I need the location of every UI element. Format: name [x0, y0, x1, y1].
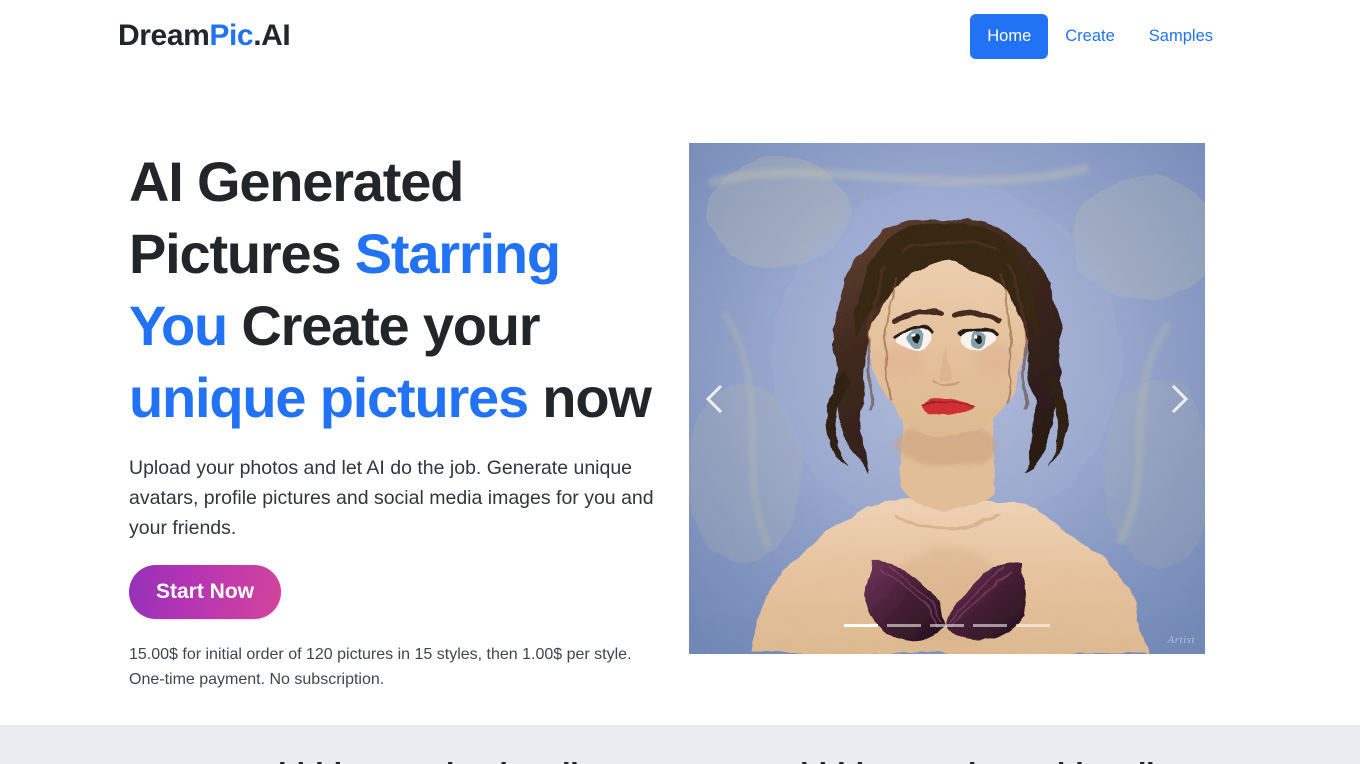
next-section-heading-right: hidden section subheading [800, 755, 1192, 764]
chevron-right-icon [1159, 384, 1189, 413]
carousel-indicator-5[interactable] [1016, 624, 1050, 627]
carousel-prev-button[interactable] [689, 143, 751, 654]
carousel-indicator-1[interactable] [844, 624, 878, 627]
hero-copy: AI Generated Pictures Starring You Creat… [129, 146, 669, 692]
brand-part-dream: Dream [118, 19, 210, 52]
next-section-content: hidden section heading hidden section su… [0, 725, 1360, 764]
nav-item-samples[interactable]: Samples [1132, 14, 1230, 59]
hero-carousel[interactable]: Artist [689, 143, 1205, 654]
pricing-note: 15.00$ for initial order of 120 pictures… [129, 646, 632, 688]
next-section-heading-left: hidden section heading [278, 755, 616, 764]
title-highlight-unique-pictures: unique pictures [129, 366, 529, 429]
carousel-indicator-3[interactable] [930, 624, 964, 627]
nav-item-home[interactable]: Home [970, 14, 1049, 59]
landing-page: DreamPic.AI Home Create Samples AI Gener… [0, 0, 1360, 764]
carousel-indicator-2[interactable] [887, 624, 921, 627]
page-title: AI Generated Pictures Starring You Creat… [129, 146, 669, 434]
brand-part-pic: Pic [209, 19, 254, 52]
site-header: DreamPic.AI Home Create Samples [0, 0, 1360, 72]
carousel-indicator-4[interactable] [973, 624, 1007, 627]
title-segment-2: Create your [227, 294, 540, 357]
carousel-slide-image [689, 143, 1205, 654]
hero-section: AI Generated Pictures Starring You Creat… [0, 72, 1360, 725]
chevron-left-icon [705, 384, 735, 413]
brand-part-ai: .AI [253, 19, 291, 52]
hero-subtitle: Upload your photos and let AI do the job… [129, 457, 654, 539]
carousel-next-button[interactable] [1143, 143, 1205, 654]
main-navigation: Home Create Samples [970, 14, 1230, 59]
nav-item-create[interactable]: Create [1048, 14, 1132, 59]
next-section-band: hidden section heading hidden section su… [0, 725, 1360, 764]
title-segment-3: now [527, 366, 652, 429]
carousel-indicators [689, 624, 1205, 627]
start-now-button[interactable]: Start Now [129, 565, 282, 619]
brand-logo[interactable]: DreamPic.AI [118, 19, 291, 53]
